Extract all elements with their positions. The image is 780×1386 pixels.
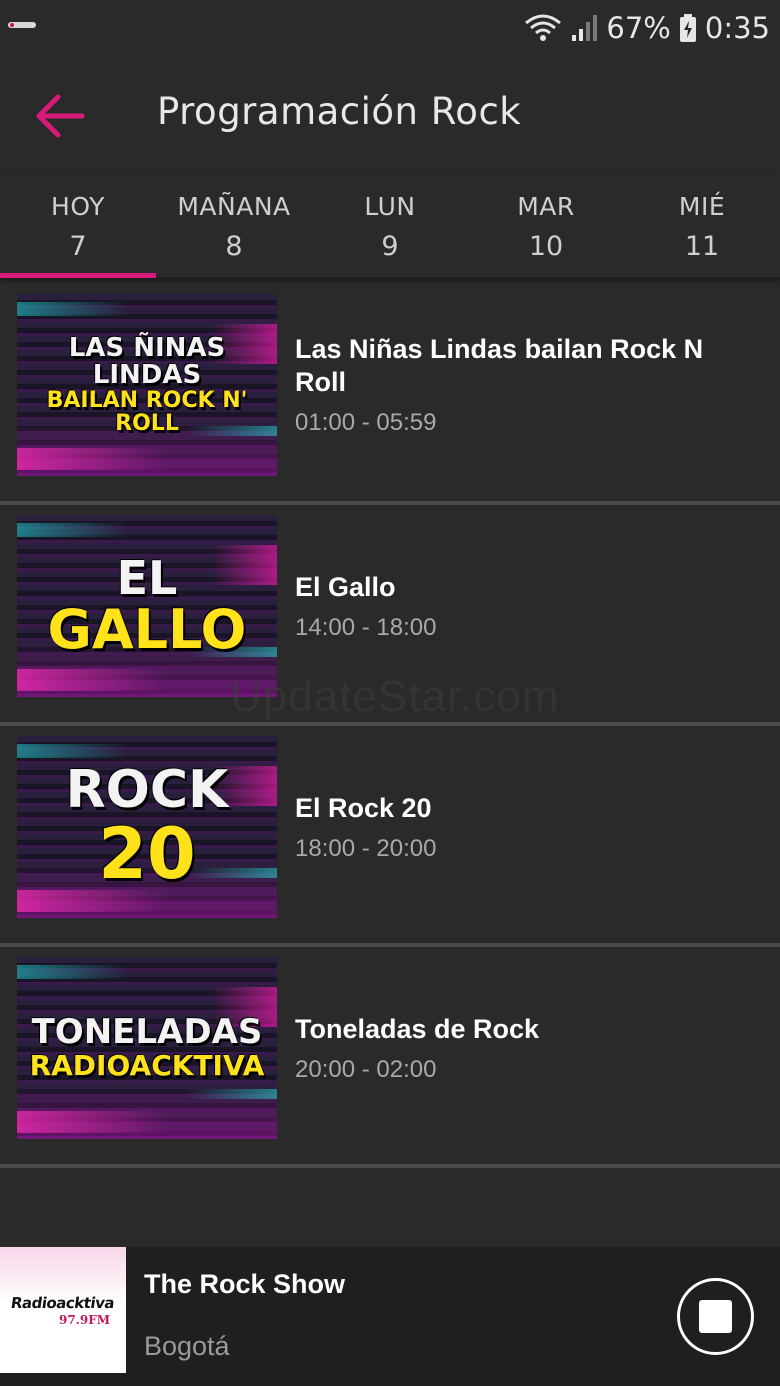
program-list: LAS ÑINAS LINDAS BAILAN ROCK N' ROLL Las… — [0, 284, 780, 1168]
tab-day: 7 — [69, 230, 87, 262]
signal-icon — [572, 15, 598, 41]
program-thumbnail: ROCK 20 — [17, 736, 277, 918]
tab-label: MAR — [517, 191, 575, 221]
program-time: 14:00 - 18:00 — [295, 613, 437, 641]
clock: 0:35 — [704, 11, 770, 45]
arrow-back-icon — [36, 94, 85, 138]
thumbnail-text: EL — [116, 550, 178, 605]
program-row[interactable]: TONELADAS RADIOACKTIVA Toneladas de Rock… — [0, 947, 780, 1168]
program-row[interactable]: ROCK 20 El Rock 20 18:00 - 20:00 — [0, 726, 780, 947]
app-bar: Programación Rock — [0, 56, 780, 176]
program-thumbnail: EL GALLO — [17, 515, 277, 697]
stop-icon — [699, 1300, 732, 1333]
program-title: Toneladas de Rock — [295, 1013, 540, 1044]
notification-app-icon — [8, 22, 36, 28]
stop-button[interactable] — [677, 1278, 754, 1355]
day-tabs: HOY 7 MAÑANA 8 LUN 9 MAR 10 MIÉ 11 — [0, 176, 780, 278]
now-playing-subtitle: Bogotá — [144, 1331, 230, 1361]
program-title: El Gallo — [295, 571, 396, 602]
program-time: 01:00 - 05:59 — [295, 409, 437, 436]
thumbnail-text: 20 — [98, 812, 196, 895]
tab-mar[interactable]: MAR 10 — [468, 176, 624, 277]
battery-charging-icon — [679, 14, 696, 42]
tab-mie[interactable]: MIÉ 11 — [624, 176, 780, 277]
station-logo-text: Radioacktiva — [10, 1293, 116, 1312]
program-time: 18:00 - 20:00 — [295, 834, 437, 862]
program-title: Las Niñas Lindas bailan Rock N Roll — [295, 334, 704, 397]
tab-manana[interactable]: MAÑANA 8 — [156, 176, 312, 277]
page-title: Programación Rock — [157, 90, 522, 133]
tab-day: 8 — [225, 230, 243, 262]
tab-day: 11 — [684, 230, 720, 262]
thumbnail-text: RADIOACKTIVA — [29, 1049, 265, 1083]
battery-percent: 67% — [606, 11, 671, 45]
thumbnail-text: ROCK — [65, 759, 229, 820]
wifi-icon — [525, 14, 562, 41]
tab-lun[interactable]: LUN 9 — [312, 176, 468, 277]
watermark: UpdateStar.com — [230, 672, 560, 721]
program-time: 20:00 - 02:00 — [295, 1055, 437, 1083]
program-thumbnail: LAS ÑINAS LINDAS BAILAN ROCK N' ROLL — [17, 294, 277, 476]
thumbnail-text: GALLO — [47, 597, 247, 661]
program-row[interactable]: LAS ÑINAS LINDAS BAILAN ROCK N' ROLL Las… — [0, 284, 780, 505]
program-title: El Rock 20 — [295, 792, 432, 823]
status-indicators: 67% 0:35 — [524, 6, 770, 50]
station-logo-frequency: 97.9FM — [58, 1312, 110, 1327]
status-bar: 67% 0:35 — [0, 0, 780, 56]
tab-label: HOY — [51, 191, 105, 221]
station-logo: Radioacktiva 97.9FM — [0, 1247, 126, 1373]
tab-hoy[interactable]: HOY 7 — [0, 176, 156, 278]
tab-label: MAÑANA — [177, 191, 291, 221]
thumbnail-text: BAILAN ROCK N' ROLL — [46, 388, 248, 437]
tab-day: 10 — [528, 230, 564, 262]
tab-label: LUN — [364, 191, 416, 221]
tab-day: 9 — [381, 230, 399, 262]
thumbnail-text: TONELADAS — [31, 1012, 263, 1053]
now-playing-bar[interactable]: Radioacktiva 97.9FM The Rock Show Bogotá — [0, 1247, 780, 1386]
program-thumbnail: TONELADAS RADIOACKTIVA — [17, 957, 277, 1139]
tab-label: MIÉ — [678, 191, 726, 221]
thumbnail-text: LAS ÑINAS LINDAS — [68, 332, 226, 390]
now-playing-title: The Rock Show — [144, 1269, 346, 1299]
back-button[interactable] — [28, 84, 92, 148]
